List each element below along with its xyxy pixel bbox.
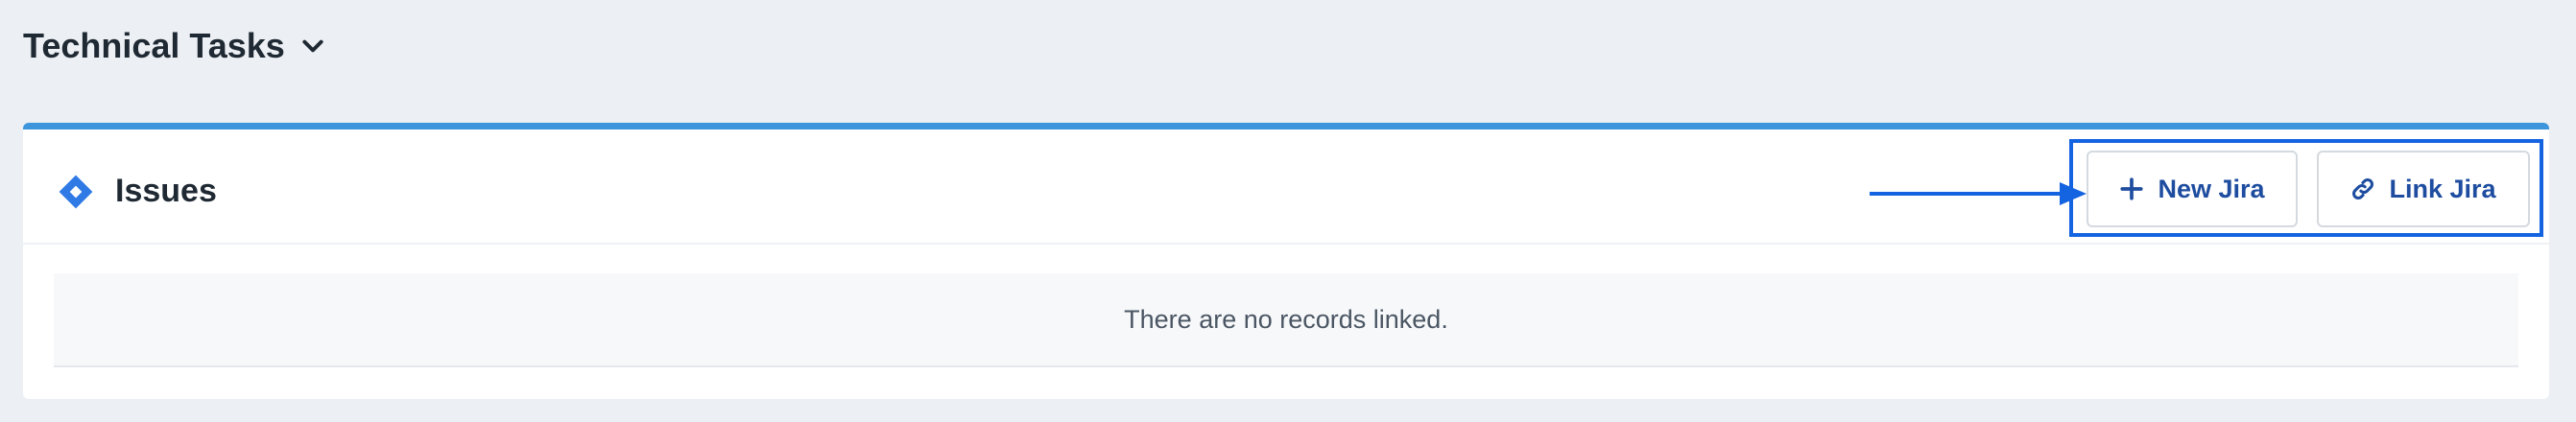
panel-title: Issues	[115, 173, 217, 209]
chevron-down-icon[interactable]	[300, 34, 325, 59]
link-jira-label: Link Jira	[2389, 174, 2496, 203]
issues-panel: Issues New Jira Link Jira There are no r…	[23, 123, 2549, 399]
link-jira-button[interactable]: Link Jira	[2317, 151, 2530, 227]
new-jira-label: New Jira	[2158, 174, 2265, 203]
plus-icon	[2120, 177, 2144, 200]
jira-diamond-icon	[59, 175, 93, 209]
section-title: Technical Tasks	[23, 26, 285, 65]
link-icon	[2352, 178, 2374, 199]
annotation-arrow	[1870, 182, 2087, 205]
new-jira-button[interactable]: New Jira	[2087, 151, 2298, 227]
section-header[interactable]: Technical Tasks	[23, 21, 325, 71]
issues-panel-header: Issues New Jira Link Jira	[23, 129, 2549, 245]
empty-state-message: There are no records linked.	[54, 273, 2518, 367]
